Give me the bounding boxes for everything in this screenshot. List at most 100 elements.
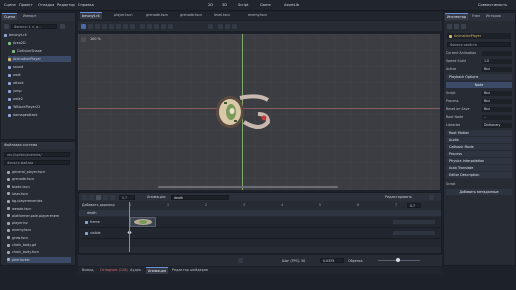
- rotate-tool-icon[interactable]: [95, 23, 100, 29]
- zoom-slider-knob[interactable]: [396, 258, 400, 262]
- file-item-10[interactable]: chain_body.gd: [7, 242, 71, 248]
- timeline-ruler[interactable]: 01234567: [129, 202, 401, 209]
- inspector-new-icon[interactable]: [447, 24, 452, 29]
- prop-value[interactable]: Вкл: [482, 90, 512, 96]
- sort-label[interactable]: Обрезка: [348, 259, 363, 263]
- playback-prop-1[interactable]: Process Вкл: [446, 98, 512, 104]
- move-tool-icon[interactable]: [88, 23, 93, 29]
- bottom-tab-shader[interactable]: Редактор шейдеров: [170, 267, 210, 274]
- file-item-3[interactable]: laser.tscn: [7, 191, 71, 197]
- prop-value[interactable]: [482, 50, 512, 56]
- workspace-2d[interactable]: 2D: [208, 3, 213, 7]
- inspector-prop-2[interactable]: Active Вкл: [446, 66, 512, 72]
- editor-tab-2[interactable]: player.tscn: [112, 12, 135, 19]
- playback-prop-3[interactable]: Root Node..: [446, 114, 512, 120]
- editor-tab-5[interactable]: level.tscn: [212, 12, 232, 19]
- script-row[interactable]: Script: [446, 181, 512, 187]
- inspector-save-icon[interactable]: [461, 24, 466, 29]
- key-auto-icon[interactable]: [232, 23, 237, 29]
- inspector-prop-0[interactable]: Current Animation: [446, 50, 512, 56]
- position-input[interactable]: 0.7: [119, 194, 135, 200]
- list-tool-icon[interactable]: [109, 23, 114, 29]
- keyframe-thumbnail[interactable]: [130, 217, 156, 227]
- scene-filter-input[interactable]: Фильтр: t, n, g...: [11, 24, 57, 29]
- attach-script-icon[interactable]: [60, 24, 65, 29]
- inspector-section-5[interactable]: Auto Translate: [446, 165, 512, 171]
- file-item-8[interactable]: enemy.tscn: [7, 227, 71, 233]
- prop-value[interactable]: ..: [482, 114, 512, 120]
- track-frame[interactable]: frame: [85, 219, 129, 226]
- select-tool-icon[interactable]: [81, 23, 86, 29]
- play-backwards-icon[interactable]: [82, 194, 87, 200]
- prop-value[interactable]: Вкл: [482, 66, 512, 72]
- fs-path-input[interactable]: res://sprites/enemies/: [4, 152, 70, 157]
- scene-node-8[interactable]: walk2: [8, 96, 71, 102]
- lock-icon[interactable]: [154, 23, 159, 29]
- inspector-node-name[interactable]: AnimationPlayer: [447, 33, 511, 39]
- file-item-1[interactable]: grenade.tscn: [7, 176, 71, 182]
- workspace-3d[interactable]: 3D: [222, 3, 227, 7]
- tab-inspector[interactable]: Инспектор: [445, 13, 469, 20]
- track-controls-1[interactable]: [393, 220, 435, 224]
- group-icon[interactable]: [161, 23, 166, 29]
- playback-options-section[interactable]: Playback Options: [446, 74, 512, 80]
- play-icon[interactable]: [110, 194, 115, 200]
- file-item-12[interactable]: peerlocker: [7, 256, 71, 263]
- bottom-tab-audio[interactable]: Аудио: [128, 267, 143, 274]
- prop-value[interactable]: 1.0: [482, 58, 512, 64]
- snap-icon[interactable]: [140, 23, 145, 29]
- fs-filter-input[interactable]: Фильтр файлов: [4, 160, 70, 165]
- file-item-6[interactable]: platformer.pale.playerenem: [7, 213, 71, 219]
- inspector-section-6[interactable]: Editor Description: [446, 172, 512, 178]
- inspector-load-icon[interactable]: [454, 24, 459, 29]
- menu-project[interactable]: Проект: [19, 3, 33, 7]
- scene-node-9[interactable]: TsBlockPlayer22: [8, 104, 71, 110]
- track-visible[interactable]: visible: [85, 230, 129, 237]
- prop-value[interactable]: Вкл: [482, 98, 512, 104]
- inspector-prop-1[interactable]: Speed Scale 1.0: [446, 58, 512, 64]
- workspace-script[interactable]: Script: [238, 3, 248, 7]
- compat-label[interactable]: Совместимость: [478, 3, 507, 7]
- editor-tab-6[interactable]: enemy.tscn: [246, 12, 269, 19]
- prop-value[interactable]: Вкл: [482, 106, 512, 112]
- canvas-viewport[interactable]: 100 %: [78, 34, 440, 190]
- menu-scene[interactable]: Сцена: [4, 3, 16, 7]
- scene-node-5[interactable]: walk: [8, 72, 71, 78]
- ruler-tool-icon[interactable]: [130, 23, 135, 29]
- file-item-11[interactable]: chain_body.tscn: [7, 249, 71, 255]
- add-track-button[interactable]: Добавить дорожку: [82, 203, 115, 207]
- inspector-section-2[interactable]: Callback Mode: [446, 144, 512, 150]
- tab-node[interactable]: Узел: [470, 13, 482, 20]
- zoom-label[interactable]: 100 %: [90, 37, 101, 41]
- editor-tab-1[interactable]: bmonyt.r4: [80, 12, 102, 19]
- file-item-0[interactable]: general_player.tscn: [7, 169, 71, 175]
- grid-icon[interactable]: [147, 23, 152, 29]
- bottom-tab-output[interactable]: Вывод: [80, 267, 95, 274]
- inspector-section-4[interactable]: Physics Interpolation: [446, 158, 512, 164]
- playback-prop-2[interactable]: Reset on Save Вкл: [446, 106, 512, 112]
- playback-prop-0[interactable]: Script Вкл: [446, 90, 512, 96]
- inspector-section-3[interactable]: Process: [446, 151, 512, 157]
- workspace-game[interactable]: Game: [260, 3, 271, 7]
- scene-node-6[interactable]: attack: [8, 80, 71, 86]
- viewport-menu-icon[interactable]: [81, 37, 86, 42]
- inspector-section-0[interactable]: Root Motion: [446, 130, 512, 136]
- animation-select[interactable]: death: [171, 194, 229, 200]
- scene-node-10[interactable]: damageattack: [8, 112, 71, 118]
- scene-node-0[interactable]: bmonyt.r4: [4, 32, 71, 38]
- file-item-5[interactable]: weade.tscn: [7, 206, 71, 212]
- stop-icon[interactable]: [96, 194, 101, 200]
- scene-node-3[interactable]: AnimationPlayer: [8, 56, 71, 62]
- h-scrollbar[interactable]: [158, 186, 338, 188]
- menu-debug[interactable]: Отладка: [38, 3, 54, 7]
- scale-tool-icon[interactable]: [102, 23, 107, 29]
- inspector-filter-input[interactable]: Фильтр свойств: [447, 42, 511, 47]
- workspace-assetlib[interactable]: AssetLib: [284, 3, 299, 7]
- playhead[interactable]: [129, 202, 130, 252]
- scene-node-2[interactable]: CollisionShape: [12, 48, 71, 54]
- playback-prop-4[interactable]: Libraries Dictionary: [446, 122, 512, 128]
- anim-length-input[interactable]: 0.7: [407, 203, 421, 208]
- tab-scene[interactable]: Сцена: [2, 13, 18, 20]
- file-item-4[interactable]: bg.playerenemies: [7, 198, 71, 204]
- scene-node-7[interactable]: jump: [8, 88, 71, 94]
